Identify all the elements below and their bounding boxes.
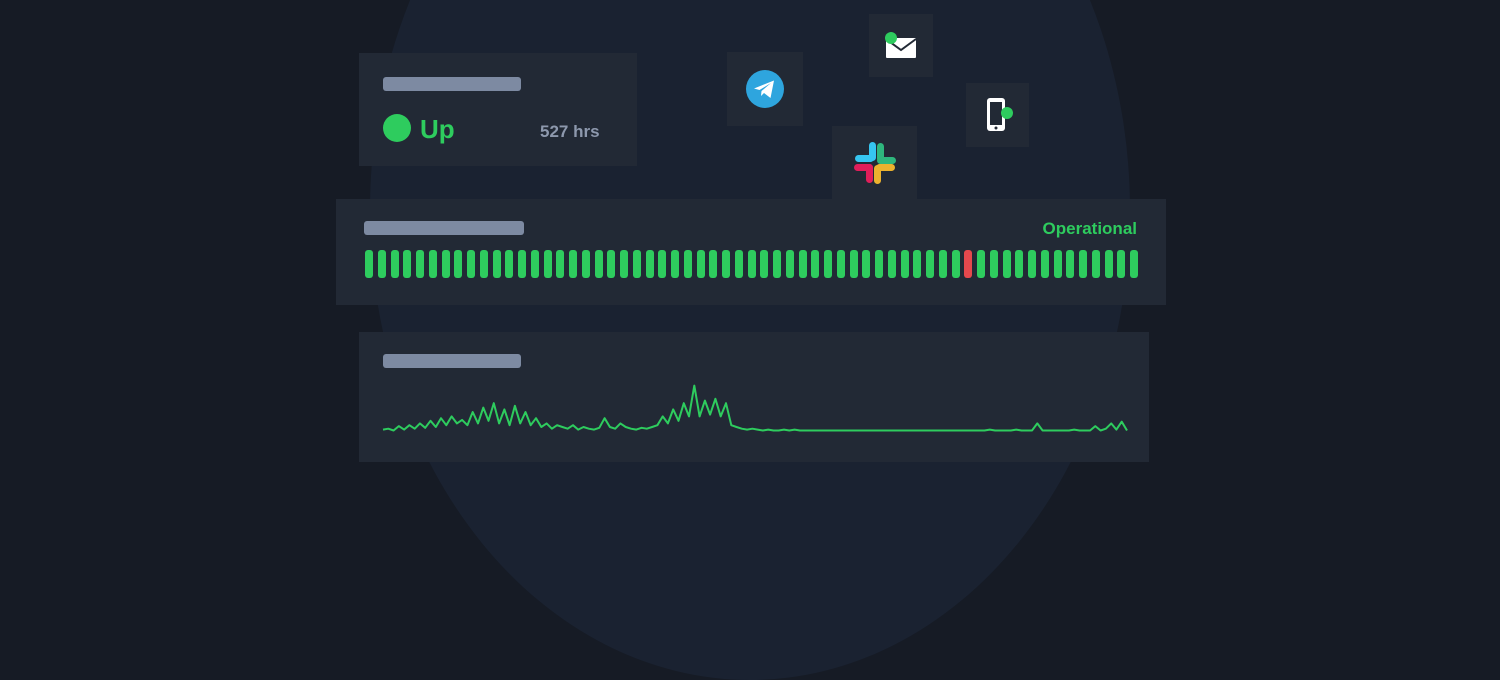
uptime-check-bar[interactable] <box>811 250 820 278</box>
uptime-check-bar[interactable] <box>836 250 845 278</box>
uptime-check-bar[interactable] <box>747 250 756 278</box>
uptime-check-bar[interactable] <box>581 250 590 278</box>
uptime-check-bar[interactable] <box>1091 250 1100 278</box>
status-indicator-dot <box>383 114 411 142</box>
uptime-check-bar[interactable] <box>696 250 705 278</box>
email-icon <box>885 31 917 58</box>
uptime-check-bar[interactable] <box>556 250 565 278</box>
uptime-check-bar[interactable] <box>849 250 858 278</box>
uptime-check-bar[interactable] <box>887 250 896 278</box>
uptime-check-bar[interactable] <box>467 250 475 278</box>
uptime-check-bar[interactable] <box>1053 250 1062 278</box>
uptime-check-bar[interactable] <box>785 250 794 278</box>
uptime-check-bar[interactable] <box>645 250 654 278</box>
uptime-check-bar[interactable] <box>620 250 628 278</box>
uptime-check-bar[interactable] <box>416 250 424 278</box>
slack-icon <box>853 142 896 184</box>
uptime-check-bar[interactable] <box>977 250 985 278</box>
uptime-check-bar[interactable] <box>1079 250 1087 278</box>
uptime-check-bar[interactable] <box>530 250 539 278</box>
telegram-tile[interactable] <box>727 52 803 126</box>
uptime-check-bar[interactable] <box>938 250 947 278</box>
uptime-check-bar[interactable] <box>543 250 552 278</box>
uptime-check-bar[interactable] <box>926 250 934 278</box>
uptime-check-bar[interactable] <box>722 250 730 278</box>
uptime-check-bar[interactable] <box>1104 250 1113 278</box>
uptime-check-bar[interactable] <box>671 250 679 278</box>
response-time-card[interactable] <box>359 332 1149 462</box>
uptime-duration: 527 hrs <box>540 122 600 141</box>
telegram-icon <box>746 70 784 108</box>
uptime-title-placeholder <box>364 221 524 235</box>
uptime-check-bar[interactable] <box>390 250 399 278</box>
uptime-check-bar[interactable] <box>913 250 922 278</box>
uptime-history-card[interactable]: Operational <box>336 199 1166 305</box>
uptime-check-bar[interactable] <box>632 250 641 278</box>
slack-tile[interactable] <box>832 126 917 200</box>
uptime-check-bar[interactable] <box>377 250 386 278</box>
monitor-name-placeholder <box>383 77 521 91</box>
uptime-check-bar[interactable] <box>492 250 501 278</box>
uptime-check-bar[interactable] <box>1002 250 1011 278</box>
response-series-line <box>382 384 1128 432</box>
uptime-check-bar[interactable] <box>734 250 743 278</box>
monitor-status-card[interactable] <box>359 53 637 166</box>
uptime-check-bar[interactable] <box>594 250 603 278</box>
uptime-check-bar[interactable] <box>862 250 871 278</box>
sms-tile[interactable] <box>966 83 1029 147</box>
operational-status-label: Operational <box>1042 219 1137 238</box>
uptime-check-bar[interactable] <box>658 250 667 278</box>
uptime-check-bar[interactable] <box>875 250 883 278</box>
uptime-check-bar[interactable] <box>709 250 718 278</box>
uptime-check-bar[interactable] <box>454 250 463 278</box>
uptime-check-bar[interactable] <box>760 250 769 278</box>
uptime-check-bar[interactable] <box>1015 250 1024 278</box>
uptime-check-bar[interactable] <box>773 250 781 278</box>
uptime-check-bar[interactable] <box>441 250 450 278</box>
uptime-bar-row <box>365 250 1138 278</box>
uptime-check-bar[interactable] <box>607 250 616 278</box>
uptime-check-bar[interactable] <box>824 250 832 278</box>
sms-icon <box>986 98 1013 131</box>
uptime-check-bar[interactable] <box>403 250 412 278</box>
uptime-check-bar[interactable] <box>1040 250 1049 278</box>
uptime-check-bar[interactable] <box>798 250 807 278</box>
email-tile[interactable] <box>869 14 933 77</box>
status-label: Up <box>420 114 455 144</box>
uptime-check-bar[interactable] <box>1117 250 1126 278</box>
uptime-check-bar[interactable] <box>900 250 909 278</box>
uptime-check-bar[interactable] <box>428 250 437 278</box>
uptime-check-bar[interactable] <box>683 250 692 278</box>
uptime-check-bar[interactable] <box>1130 250 1138 278</box>
uptime-check-bar[interactable] <box>569 250 577 278</box>
uptime-check-bar[interactable] <box>964 250 973 278</box>
response-time-chart <box>382 384 1128 432</box>
uptime-check-bar[interactable] <box>1028 250 1036 278</box>
uptime-check-bar[interactable] <box>1066 250 1075 278</box>
uptime-check-bar[interactable] <box>989 250 998 278</box>
uptime-check-bar[interactable] <box>505 250 514 278</box>
uptime-check-bar[interactable] <box>951 250 960 278</box>
uptime-check-bar[interactable] <box>365 250 373 278</box>
uptime-check-bar[interactable] <box>479 250 488 278</box>
uptime-check-bar[interactable] <box>518 250 526 278</box>
